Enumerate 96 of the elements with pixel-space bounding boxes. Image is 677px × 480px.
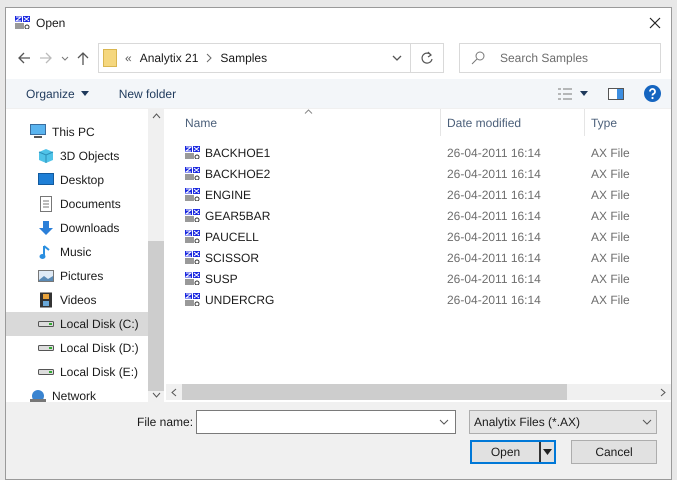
chevron-right-icon xyxy=(206,53,212,63)
app-icon xyxy=(15,16,30,29)
preview-pane-icon[interactable] xyxy=(608,88,624,100)
file-icon xyxy=(185,188,201,201)
file-name-field[interactable] xyxy=(196,410,456,434)
film-icon xyxy=(38,292,54,308)
date-cell-text: 26-04-2011 16:14 xyxy=(446,144,542,162)
sidebar-item[interactable]: Documents xyxy=(6,192,148,216)
type-cell-text: AX File xyxy=(590,228,631,246)
refresh-icon[interactable] xyxy=(420,51,434,65)
type-cell-text: AX File xyxy=(590,250,631,266)
caret-icon xyxy=(543,449,552,455)
document-icon xyxy=(38,196,54,212)
horizontal-scrollbar[interactable] xyxy=(166,384,671,400)
drive-icon xyxy=(38,345,54,351)
column-header[interactable]: Type xyxy=(584,109,671,136)
caret-icon xyxy=(580,91,588,96)
cancel-button[interactable]: Cancel xyxy=(571,440,657,464)
date-cell-text: 26-04-2011 16:14 xyxy=(446,250,542,266)
sidebar-item[interactable]: Music xyxy=(6,240,148,264)
help-icon[interactable] xyxy=(644,85,661,102)
chevron-down-icon xyxy=(642,419,652,425)
file-icon xyxy=(185,293,201,306)
sidebar-item[interactable]: Downloads xyxy=(6,216,148,240)
chevron-down-icon[interactable] xyxy=(152,392,160,398)
sidebar-item[interactable]: Local Disk (D:) xyxy=(6,336,148,360)
type-cell-text: AX File xyxy=(590,270,631,288)
file-type-dropdown[interactable]: Analytix Files (*.AX) xyxy=(469,410,658,434)
chevron-up-icon[interactable] xyxy=(152,113,160,119)
drive-icon xyxy=(38,321,54,327)
file-icon xyxy=(185,209,201,222)
chevron-right-icon[interactable] xyxy=(660,388,666,396)
field-label: File name: xyxy=(137,414,194,431)
folder-icon xyxy=(103,49,117,67)
sidebar-item[interactable]: Pictures xyxy=(6,264,148,288)
file-icon xyxy=(185,230,201,243)
list-view-icon xyxy=(558,88,572,100)
date-cell-text: 26-04-2011 16:14 xyxy=(446,270,542,288)
organize-button[interactable]: Organize xyxy=(26,84,89,102)
file-name[interactable]: BACKHOE2 xyxy=(205,164,270,182)
search-field[interactable]: Search Samples xyxy=(459,43,661,73)
sidebar-item[interactable]: Desktop xyxy=(6,168,148,192)
computer-icon xyxy=(30,124,46,140)
sidebar-item[interactable]: 3D Objects xyxy=(6,144,148,168)
view-options-button[interactable] xyxy=(558,88,588,100)
date-cell-text: 26-04-2011 16:14 xyxy=(446,186,542,204)
file-name[interactable]: PAUCELL xyxy=(205,228,259,246)
download-arrow-icon xyxy=(38,220,54,236)
network-icon xyxy=(30,388,46,402)
back-arrow-icon[interactable] xyxy=(16,50,32,66)
type-cell-text: AX File xyxy=(590,208,631,224)
date-cell-text: 26-04-2011 16:14 xyxy=(446,208,542,224)
file-icon xyxy=(185,272,201,285)
address-bar[interactable]: « Analytix 21 Samples xyxy=(98,43,444,73)
file-icon xyxy=(185,251,201,264)
column-header[interactable]: Date modified xyxy=(440,109,584,136)
column-header[interactable]: Name xyxy=(166,109,440,136)
chevron-down-icon[interactable] xyxy=(392,53,402,63)
breadcrumb-item[interactable]: Analytix 21 xyxy=(140,49,198,67)
window-title: Open xyxy=(36,14,66,32)
close-icon[interactable] xyxy=(648,16,662,30)
file-name[interactable]: ENGINE xyxy=(205,186,252,204)
picture-icon xyxy=(38,268,54,284)
file-icon xyxy=(185,167,201,180)
cube-icon xyxy=(38,148,54,164)
file-name[interactable]: GEAR5BAR xyxy=(205,206,270,224)
file-name[interactable]: BACKHOE1 xyxy=(205,144,270,162)
date-cell-text: 26-04-2011 16:14 xyxy=(446,292,542,308)
type-cell-text: AX File xyxy=(590,166,631,182)
vertical-scrollbar[interactable] xyxy=(148,109,164,402)
sidebar-item[interactable]: Videos xyxy=(6,288,148,312)
date-cell-text: 26-04-2011 16:14 xyxy=(446,166,542,182)
up-arrow-icon[interactable] xyxy=(76,50,90,66)
sidebar-item[interactable]: This PC xyxy=(6,120,148,144)
caret-icon xyxy=(80,91,89,96)
open-button[interactable]: Open xyxy=(470,440,556,464)
sidebar-item[interactable]: Local Disk (C:) xyxy=(6,312,148,336)
breadcrumb-item[interactable]: Samples xyxy=(220,49,268,67)
sort-caret-icon xyxy=(304,109,313,114)
file-icon xyxy=(185,146,201,159)
chevron-left-icon[interactable] xyxy=(171,388,177,396)
chevron-down-icon[interactable] xyxy=(439,419,450,425)
file-name[interactable]: SUSP xyxy=(205,270,238,288)
sidebar-item[interactable]: Network xyxy=(6,384,148,402)
file-name[interactable]: UNDERCRG xyxy=(205,290,274,308)
type-cell-text: AX File xyxy=(590,144,631,162)
type-cell-text: AX File xyxy=(590,292,631,308)
file-name[interactable]: SCISSOR xyxy=(205,248,260,266)
sidebar-item[interactable]: Local Disk (E:) xyxy=(6,360,148,384)
breadcrumb-overflow[interactable]: « xyxy=(125,49,132,67)
type-cell-text: AX File xyxy=(590,186,631,204)
desktop-icon xyxy=(38,172,54,188)
new-folder-button[interactable]: New folder xyxy=(118,84,176,102)
search-icon xyxy=(471,51,485,65)
date-cell-text: 26-04-2011 16:14 xyxy=(446,228,542,246)
drive-icon xyxy=(38,369,54,375)
